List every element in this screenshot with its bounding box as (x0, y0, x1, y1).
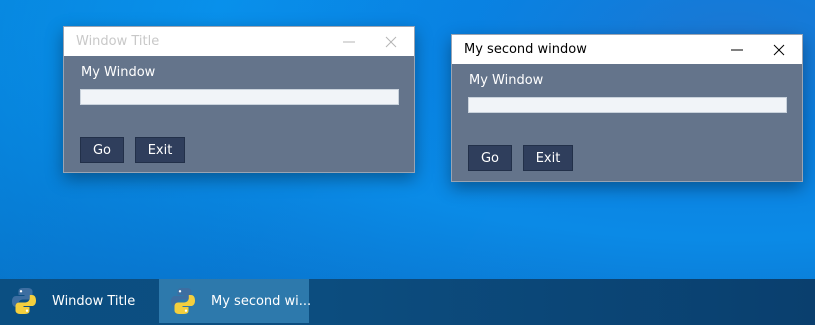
taskbar: Window Title My second wi... (0, 279, 815, 325)
minimize-icon[interactable] (342, 34, 356, 48)
window-title: My second window (464, 42, 587, 57)
exit-button[interactable]: Exit (135, 137, 185, 163)
close-icon[interactable] (772, 42, 786, 56)
python-icon (167, 285, 199, 317)
go-button[interactable]: Go (468, 145, 512, 171)
taskbar-item-my-second-window[interactable]: My second wi... (159, 279, 312, 323)
window-label: My Window (469, 73, 544, 88)
minimize-icon[interactable] (730, 42, 744, 56)
window-window-title: Window Title My Window Go Exit (63, 26, 415, 173)
text-input[interactable] (468, 97, 787, 113)
go-button[interactable]: Go (80, 137, 124, 163)
window-title: Window Title (76, 34, 160, 49)
taskbar-item-window-title[interactable]: Window Title (0, 279, 158, 323)
text-input[interactable] (80, 89, 399, 105)
window-label: My Window (81, 65, 156, 80)
close-icon[interactable] (384, 34, 398, 48)
python-icon (8, 285, 40, 317)
title-bar[interactable]: Window Title (64, 27, 414, 56)
taskbar-item-label: My second wi... (211, 293, 312, 309)
taskbar-item-label: Window Title (52, 293, 136, 309)
exit-button[interactable]: Exit (523, 145, 573, 171)
title-bar[interactable]: My second window (452, 35, 802, 64)
window-my-second-window: My second window My Window Go Exit (451, 34, 803, 182)
